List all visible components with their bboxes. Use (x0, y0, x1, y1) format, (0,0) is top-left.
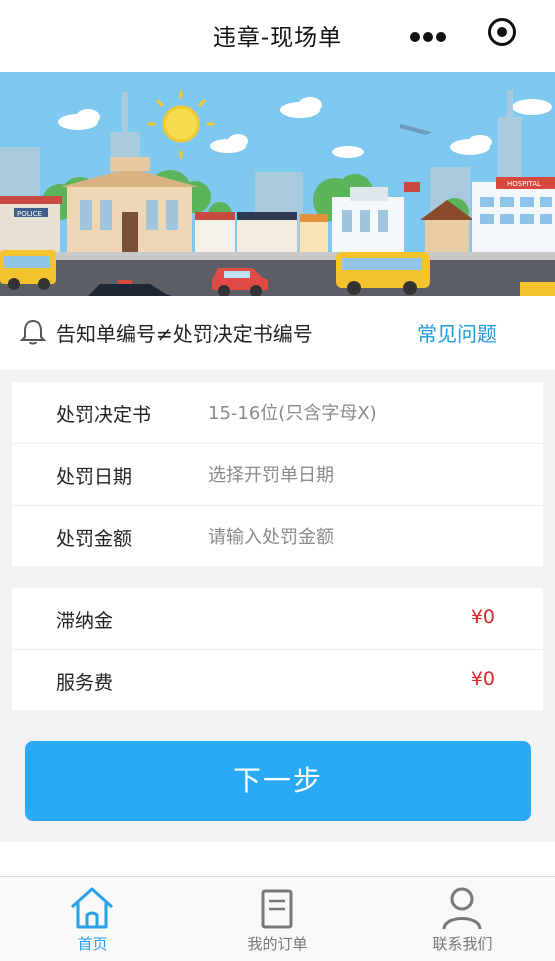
next-step-button[interactable]: 下一步 (25, 741, 531, 821)
decision-number-row: 处罚决定书 (12, 382, 543, 444)
penalty-amount-input[interactable] (206, 516, 510, 558)
late-fee-value: ¥0 (470, 606, 495, 628)
police-sign: POLICE (17, 210, 42, 218)
content-footer (0, 842, 555, 876)
decision-number-input[interactable] (206, 392, 510, 434)
penalty-form: 处罚决定书 处罚日期 处罚金额 (12, 382, 543, 566)
fee-summary: 滞纳金 ¥0 服务费 ¥0 (12, 588, 543, 710)
tab-orders-label: 我的订单 (247, 935, 308, 953)
order-icon (261, 889, 293, 929)
penalty-amount-label: 处罚金额 (56, 528, 133, 550)
tab-contact-label: 联系我们 (432, 935, 493, 953)
bell-icon (20, 319, 46, 345)
tab-home[interactable]: 首页 (0, 877, 185, 961)
hospital-sign: HOSPITAL (507, 180, 541, 188)
close-miniprogram-icon[interactable] (488, 18, 516, 46)
navigation-bar: 违章-现场单 (0, 0, 555, 73)
service-fee-value: ¥0 (470, 668, 495, 690)
notice-text: 告知单编号≠处罚决定书编号 (56, 322, 313, 346)
penalty-amount-row: 处罚金额 (12, 506, 543, 567)
penalty-date-picker[interactable] (206, 454, 510, 496)
late-fee-row: 滞纳金 ¥0 (12, 588, 543, 650)
late-fee-label: 滞纳金 (56, 610, 114, 632)
tab-orders[interactable]: 我的订单 (185, 877, 370, 961)
user-icon (442, 887, 482, 930)
page-title: 违章-现场单 (212, 25, 343, 51)
decision-number-label: 处罚决定书 (56, 404, 152, 426)
faq-link[interactable]: 常见问题 (417, 318, 497, 347)
home-icon (70, 887, 114, 929)
tab-home-label: 首页 (77, 935, 108, 953)
notice-bar: 告知单编号≠处罚决定书编号 常见问题 (0, 296, 555, 370)
tab-bar: 首页 我的订单 联系我们 (0, 876, 555, 961)
tab-contact[interactable]: 联系我们 (370, 877, 555, 961)
service-fee-label: 服务费 (56, 672, 114, 694)
more-menu-icon[interactable] (408, 22, 448, 50)
service-fee-row: 服务费 ¥0 (12, 650, 543, 711)
penalty-date-row: 处罚日期 (12, 444, 543, 506)
city-banner-image: POLICE HOSPITAL (0, 72, 555, 296)
penalty-date-label: 处罚日期 (56, 466, 133, 488)
